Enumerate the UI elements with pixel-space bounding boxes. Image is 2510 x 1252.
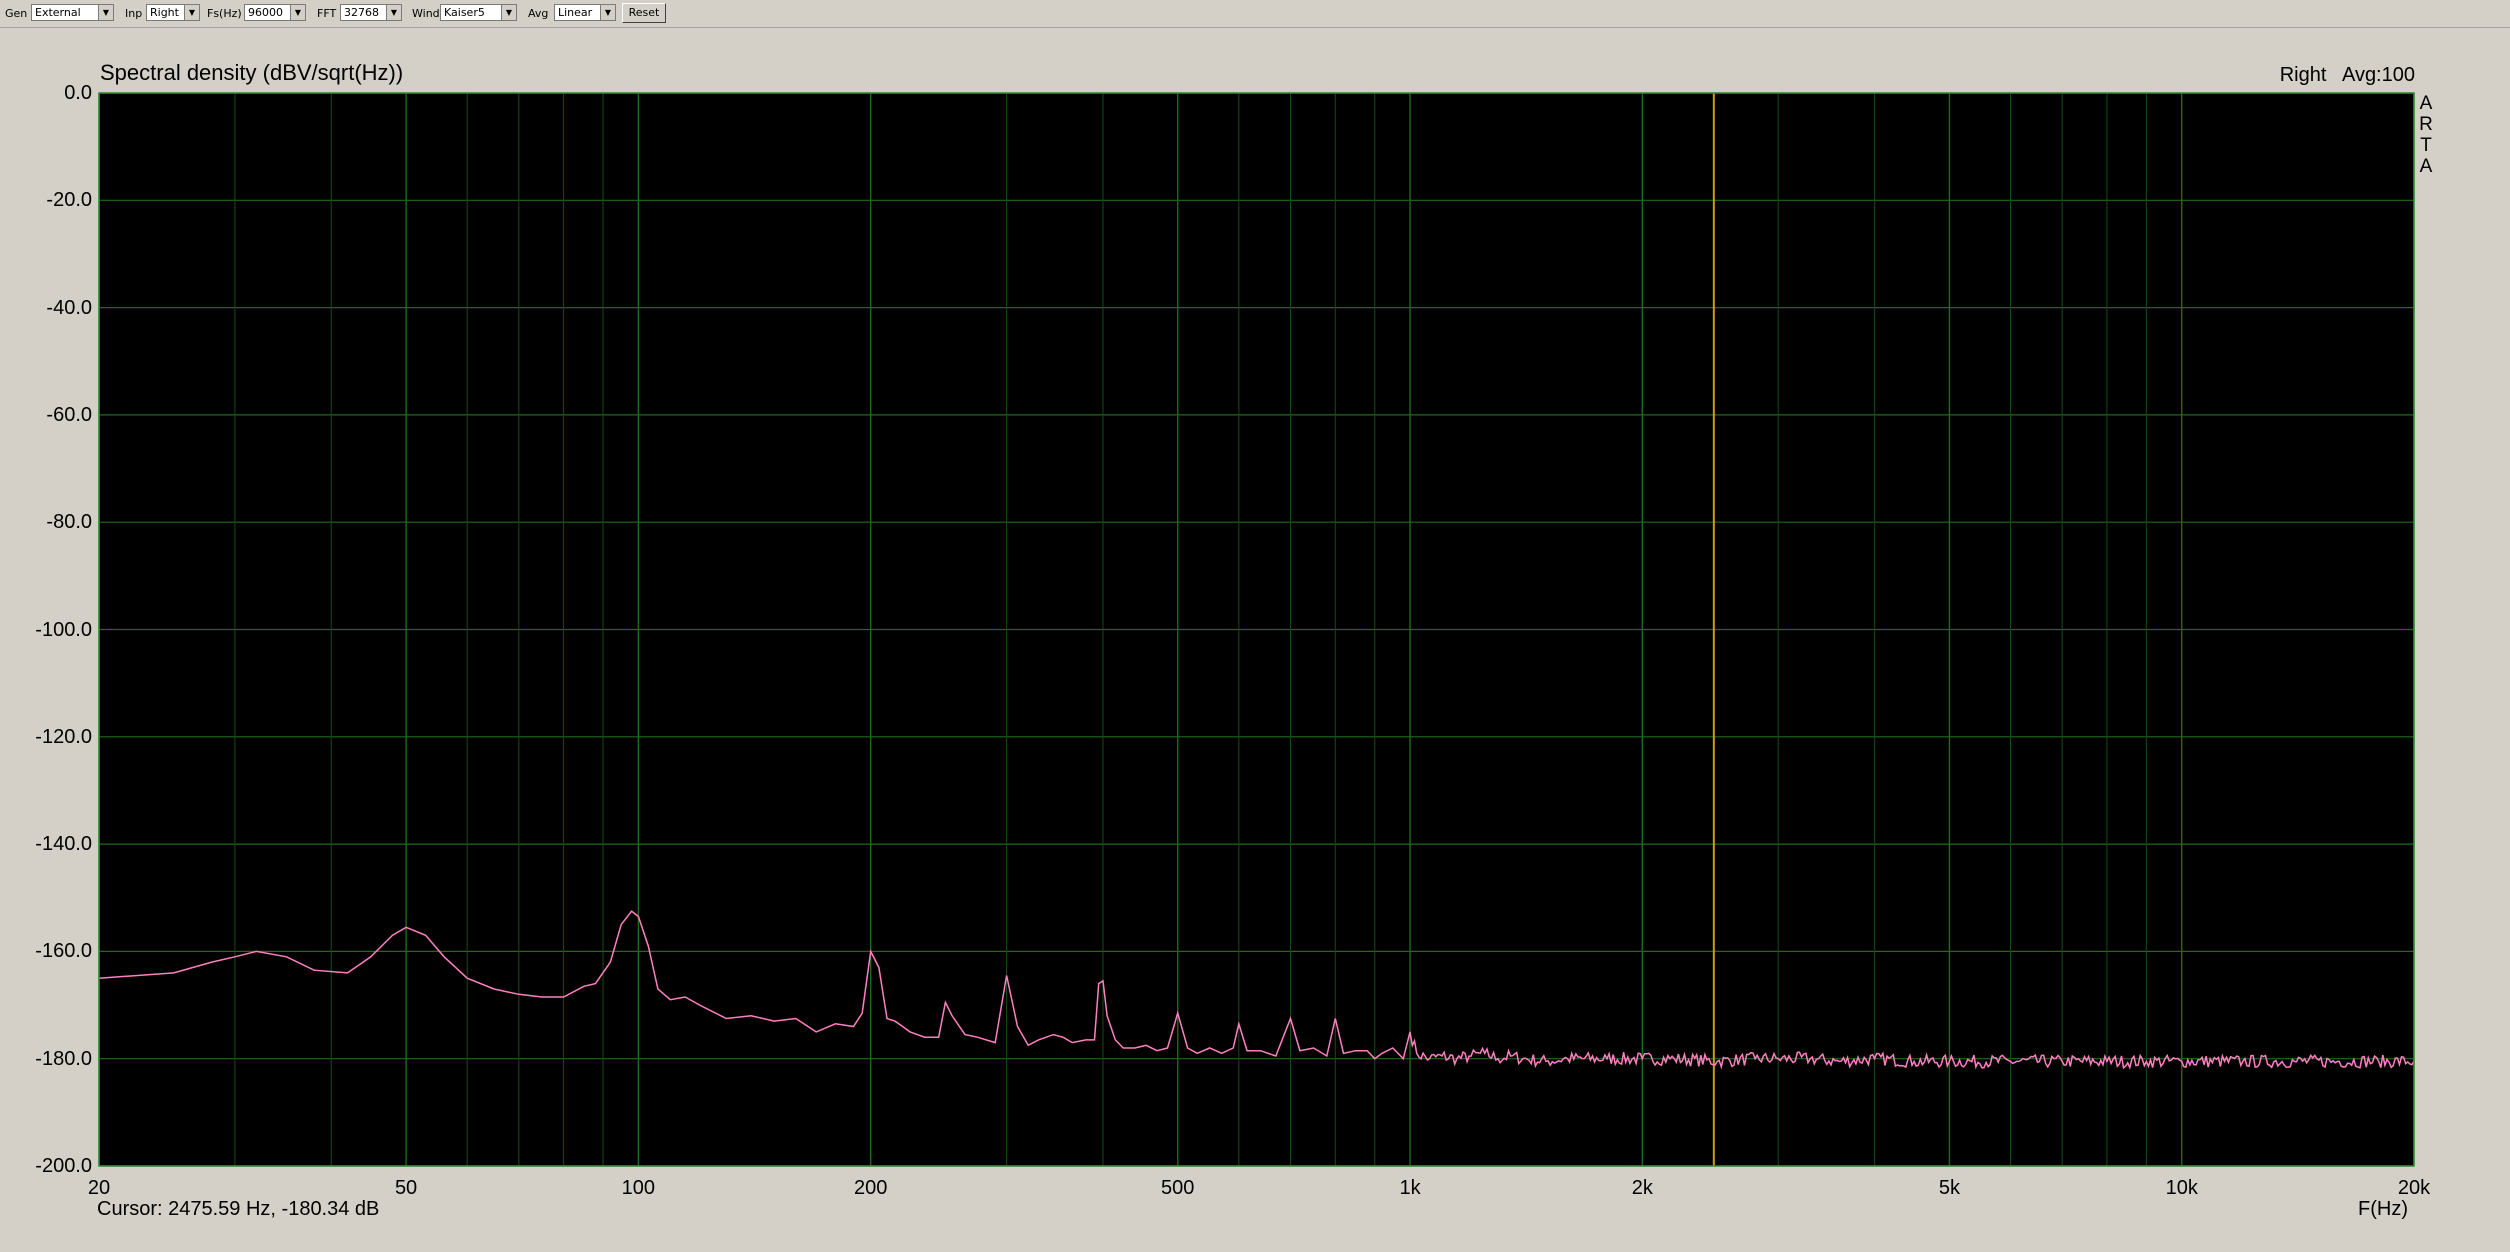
y-tick-label: -140.0 bbox=[35, 833, 92, 856]
cursor-readout: Cursor: 2475.59 Hz, -180.34 dB bbox=[97, 1198, 380, 1220]
x-tick-label: 20 bbox=[87, 1177, 111, 1199]
arta-letter: T bbox=[2420, 135, 2432, 156]
y-tick-label: -160.0 bbox=[35, 940, 92, 963]
arta-letter: R bbox=[2419, 114, 2433, 135]
arta-letter: A bbox=[2419, 156, 2433, 177]
y-tick-label: -120.0 bbox=[35, 725, 92, 748]
y-tick-label: -20.0 bbox=[46, 189, 92, 212]
y-tick-label: -180.0 bbox=[35, 1047, 92, 1070]
y-tick-label: -60.0 bbox=[46, 403, 92, 426]
x-axis-label: F(Hz) bbox=[2358, 1198, 2408, 1220]
x-tick-label: 2k bbox=[1631, 1177, 1653, 1199]
x-tick-label: 20k bbox=[2397, 1177, 2431, 1199]
y-tick-label: 0.0 bbox=[64, 82, 92, 104]
x-tick-label: 200 bbox=[853, 1177, 888, 1199]
chart-title: Spectral density (dBV/sqrt(Hz)) bbox=[100, 60, 404, 85]
x-tick-label: 50 bbox=[394, 1177, 418, 1199]
x-tick-label: 500 bbox=[1161, 1177, 1195, 1199]
x-tick-label: 100 bbox=[621, 1177, 656, 1199]
x-tick-label: 5k bbox=[1938, 1177, 1960, 1199]
y-tick-label: -40.0 bbox=[46, 296, 92, 319]
x-tick-label: 10k bbox=[2165, 1177, 2198, 1199]
y-tick-label: -100.0 bbox=[35, 618, 92, 641]
arta-logo: A R T A bbox=[2418, 93, 2434, 177]
spectrum-chart[interactable] bbox=[0, 0, 2510, 1252]
y-tick-label: -80.0 bbox=[46, 511, 92, 534]
y-tick-label: -200.0 bbox=[35, 1155, 92, 1177]
channel-avg-status: Right Avg:100 bbox=[2279, 64, 2415, 86]
x-tick-label: 1k bbox=[1399, 1177, 1421, 1199]
arta-letter: A bbox=[2419, 93, 2433, 114]
